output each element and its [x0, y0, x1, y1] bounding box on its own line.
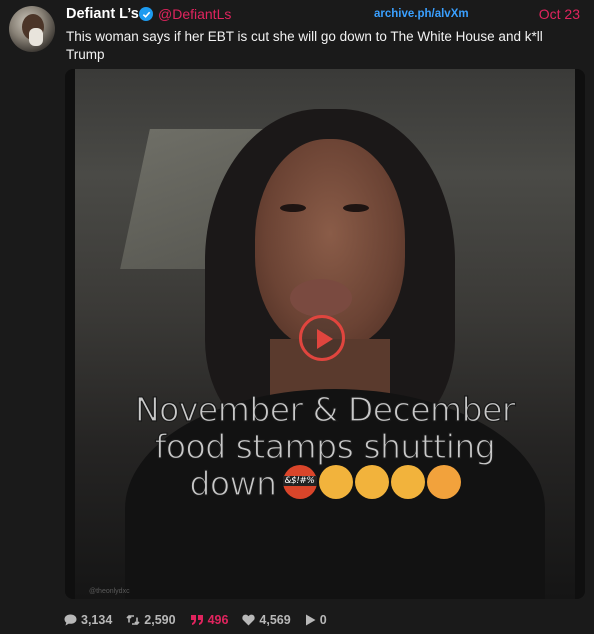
- play-button[interactable]: [299, 315, 345, 361]
- crying-face-emoji-icon: [390, 465, 425, 499]
- avatar[interactable]: [9, 6, 55, 52]
- replies-stat[interactable]: 3,134: [64, 613, 112, 627]
- video-watermark: @theonlydxc: [89, 588, 130, 595]
- verified-badge-icon: [139, 7, 153, 21]
- pleading-face-emoji-icon: [354, 465, 389, 499]
- tired-face-emoji-icon: [426, 465, 461, 499]
- quote-icon: [190, 615, 203, 625]
- quotes-count: 496: [207, 613, 229, 627]
- display-name[interactable]: Defiant L’s: [66, 6, 139, 22]
- caption-line-3: down &$!#%: [65, 464, 585, 503]
- thumbnail-eye-left: [280, 204, 306, 212]
- reposts-count: 2,590: [144, 613, 176, 627]
- likes-count: 4,569: [259, 613, 291, 627]
- caption-line-2: food stamps shutting: [154, 427, 496, 466]
- steam-nose-face-emoji-icon: [318, 465, 353, 499]
- views-stat[interactable]: 0: [305, 613, 327, 627]
- play-icon: [317, 329, 333, 349]
- views-count: 0: [319, 613, 327, 627]
- post-date[interactable]: Oct 23: [539, 6, 580, 22]
- cursing-face-emoji-icon: &$!#%: [282, 465, 317, 499]
- caption-last-word: down: [189, 464, 278, 503]
- post-stats: 3,134 2,590 496 4,569 0: [64, 612, 341, 628]
- user-handle[interactable]: @DefiantLs: [158, 6, 231, 22]
- archive-link[interactable]: archive.ph/alvXm: [374, 8, 469, 20]
- heart-icon: [242, 614, 256, 626]
- views-play-icon: [305, 614, 316, 626]
- repost-icon: [126, 614, 140, 626]
- post-text: This woman says if her EBT is cut she wi…: [66, 29, 543, 62]
- caption-line-1: November & December: [134, 390, 516, 429]
- video-caption: November & December food stamps shutting…: [65, 390, 585, 503]
- post-header: Defiant L’s @DefiantLs archive.ph/alvXm …: [66, 6, 586, 24]
- video-media[interactable]: @theonlydxc November & December food sta…: [65, 69, 585, 599]
- likes-stat[interactable]: 4,569: [242, 613, 291, 627]
- post-card: Defiant L’s @DefiantLs archive.ph/alvXm …: [0, 0, 594, 634]
- thumbnail-lips: [290, 279, 352, 317]
- reposts-stat[interactable]: 2,590: [126, 613, 176, 627]
- thumbnail-eye-right: [343, 204, 369, 212]
- replies-count: 3,134: [81, 613, 113, 627]
- avatar-hand: [29, 28, 43, 46]
- caption-emojis: &$!#%: [281, 465, 461, 502]
- emoji-censor-text: &$!#%: [282, 476, 317, 486]
- reply-icon: [64, 614, 77, 626]
- quotes-stat[interactable]: 496: [190, 613, 229, 627]
